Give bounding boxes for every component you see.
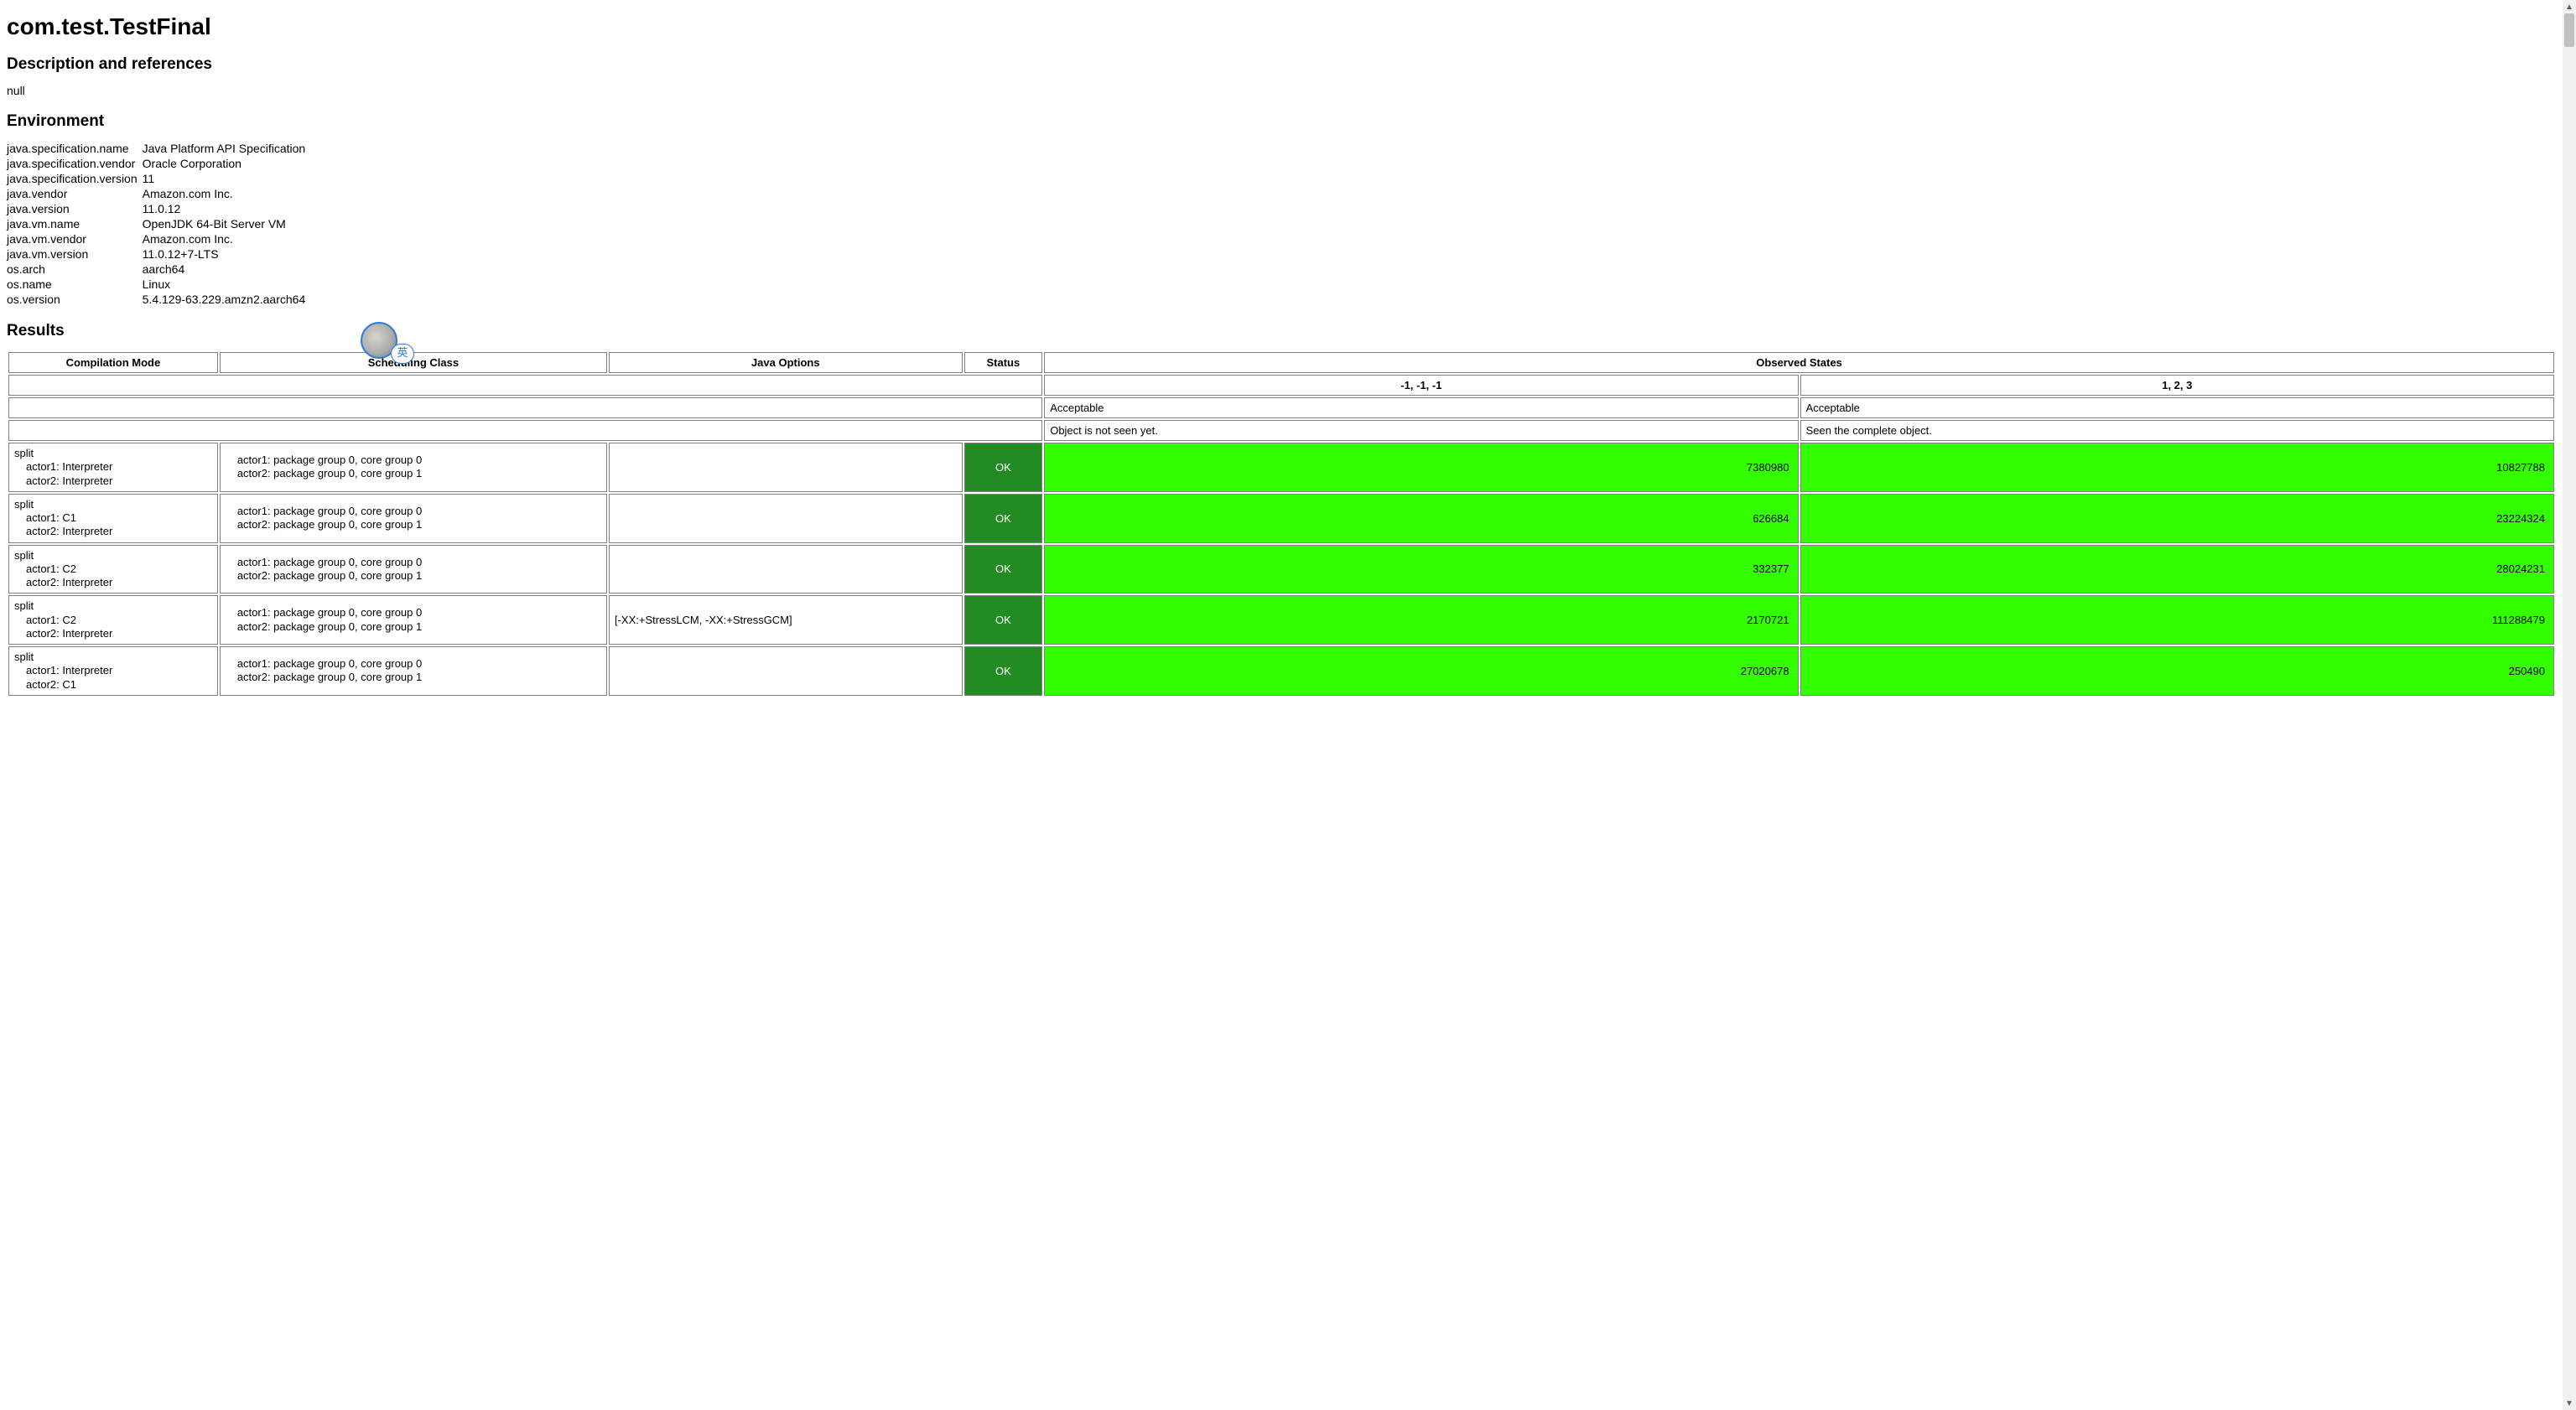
state-acceptability-2: Acceptable — [1800, 397, 2554, 418]
table-row: splitactor1: C1actor2: Interpreteractor1… — [8, 494, 2554, 543]
description-text: null — [7, 84, 2556, 97]
env-value: OpenJDK 64-Bit Server VM — [143, 216, 311, 231]
environment-row: os.archaarch64 — [7, 262, 310, 277]
page-title: com.test.TestFinal — [7, 13, 2556, 40]
scheduling-class-cell: actor1: package group 0, core group 0act… — [220, 646, 607, 696]
results-table: Compilation Mode Scheduling Class Java O… — [7, 350, 2556, 697]
environment-row: java.specification.version11 — [7, 171, 310, 186]
col-java-options: Java Options — [609, 352, 963, 373]
observed-value-1: 332377 — [1044, 545, 1798, 594]
table-row: splitactor1: C2actor2: Interpreteractor1… — [8, 545, 2554, 594]
state-description-row: Object is not seen yet. Seen the complet… — [8, 420, 2554, 441]
vertical-scrollbar[interactable]: ▲ ▼ — [2563, 0, 2576, 1410]
environment-row: java.version11.0.12 — [7, 201, 310, 216]
environment-row: java.specification.nameJava Platform API… — [7, 141, 310, 156]
environment-table: java.specification.nameJava Platform API… — [7, 141, 310, 307]
ime-language-tag[interactable]: 英 — [391, 344, 414, 364]
environment-row: java.vm.version11.0.12+7-LTS — [7, 246, 310, 262]
col-compilation-mode: Compilation Mode — [8, 352, 218, 373]
scheduling-class-cell: actor1: package group 0, core group 0act… — [220, 595, 607, 645]
environment-row: java.specification.vendorOracle Corporat… — [7, 156, 310, 171]
compilation-mode-cell: splitactor1: Interpreteractor2: C1 — [8, 646, 218, 696]
env-key: java.vm.vendor — [7, 231, 143, 246]
observed-value-2: 28024231 — [1800, 545, 2554, 594]
description-heading: Description and references — [7, 55, 2556, 74]
environment-row: os.version5.4.129-63.229.amzn2.aarch64 — [7, 292, 310, 307]
compilation-mode-cell: splitactor1: C1actor2: Interpreter — [8, 494, 218, 543]
col-status: Status — [964, 352, 1043, 373]
state-acceptability-1: Acceptable — [1044, 397, 1798, 418]
java-options-cell — [609, 646, 963, 696]
observed-value-2: 250490 — [1800, 646, 2554, 696]
env-value: aarch64 — [143, 262, 311, 277]
table-row: splitactor1: Interpreteractor2: C1actor1… — [8, 646, 2554, 696]
scheduling-class-cell: actor1: package group 0, core group 0act… — [220, 443, 607, 492]
java-options-cell: [-XX:+StressLCM, -XX:+StressGCM] — [609, 595, 963, 645]
blank-cell — [8, 375, 1042, 396]
observed-value-2: 10827788 — [1800, 443, 2554, 492]
table-row: splitactor1: C2actor2: Interpreteractor1… — [8, 595, 2554, 645]
table-row: splitactor1: Interpreteractor2: Interpre… — [8, 443, 2554, 492]
state-label-2: 1, 2, 3 — [1800, 375, 2554, 396]
observed-value-1: 7380980 — [1044, 443, 1798, 492]
state-labels-row: -1, -1, -1 1, 2, 3 — [8, 375, 2554, 396]
env-key: java.specification.name — [7, 141, 143, 156]
env-key: java.vendor — [7, 186, 143, 201]
observed-value-1: 27020678 — [1044, 646, 1798, 696]
scheduling-class-cell: actor1: package group 0, core group 0act… — [220, 494, 607, 543]
env-key: os.version — [7, 292, 143, 307]
scheduling-class-cell: actor1: package group 0, core group 0act… — [220, 545, 607, 594]
env-key: java.vm.version — [7, 246, 143, 262]
environment-row: os.nameLinux — [7, 277, 310, 292]
blank-cell — [8, 397, 1042, 418]
col-observed-states: Observed States — [1044, 352, 2554, 373]
env-value: Amazon.com Inc. — [143, 186, 311, 201]
env-value: Oracle Corporation — [143, 156, 311, 171]
state-description-2: Seen the complete object. — [1800, 420, 2554, 441]
environment-row: java.vm.vendorAmazon.com Inc. — [7, 231, 310, 246]
env-value: Java Platform API Specification — [143, 141, 311, 156]
java-options-cell — [609, 545, 963, 594]
env-key: java.specification.version — [7, 171, 143, 186]
observed-value-2: 111288479 — [1800, 595, 2554, 645]
env-value: Linux — [143, 277, 311, 292]
state-label-1: -1, -1, -1 — [1044, 375, 1798, 396]
environment-row: java.vm.nameOpenJDK 64-Bit Server VM — [7, 216, 310, 231]
observed-value-1: 626684 — [1044, 494, 1798, 543]
env-value: 5.4.129-63.229.amzn2.aarch64 — [143, 292, 311, 307]
scrollbar-thumb[interactable] — [2564, 13, 2574, 47]
java-options-cell — [609, 494, 963, 543]
env-key: os.name — [7, 277, 143, 292]
env-value: Amazon.com Inc. — [143, 231, 311, 246]
compilation-mode-cell: splitactor1: Interpreteractor2: Interpre… — [8, 443, 218, 492]
scrollbar-down-icon[interactable]: ▼ — [2563, 1397, 2576, 1410]
java-options-cell — [609, 443, 963, 492]
state-description-1: Object is not seen yet. — [1044, 420, 1798, 441]
env-value: 11.0.12 — [143, 201, 311, 216]
environment-heading: Environment — [7, 112, 2556, 131]
env-key: java.version — [7, 201, 143, 216]
env-key: java.specification.vendor — [7, 156, 143, 171]
observed-value-2: 23224324 — [1800, 494, 2554, 543]
ime-badge[interactable]: 英 — [361, 322, 401, 359]
status-badge: OK — [964, 494, 1043, 543]
env-key: java.vm.name — [7, 216, 143, 231]
observed-value-1: 2170721 — [1044, 595, 1798, 645]
env-key: os.arch — [7, 262, 143, 277]
state-acceptability-row: Acceptable Acceptable — [8, 397, 2554, 418]
blank-cell — [8, 420, 1042, 441]
status-badge: OK — [964, 646, 1043, 696]
compilation-mode-cell: splitactor1: C2actor2: Interpreter — [8, 595, 218, 645]
compilation-mode-cell: splitactor1: C2actor2: Interpreter — [8, 545, 218, 594]
environment-row: java.vendorAmazon.com Inc. — [7, 186, 310, 201]
status-badge: OK — [964, 443, 1043, 492]
env-value: 11.0.12+7-LTS — [143, 246, 311, 262]
scrollbar-up-icon[interactable]: ▲ — [2563, 0, 2576, 13]
status-badge: OK — [964, 595, 1043, 645]
env-value: 11 — [143, 171, 311, 186]
status-badge: OK — [964, 545, 1043, 594]
